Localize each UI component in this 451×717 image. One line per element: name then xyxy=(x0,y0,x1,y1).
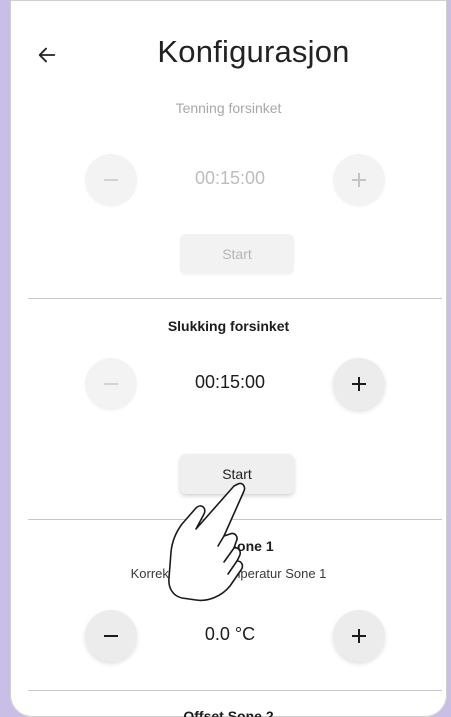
device-frame: Konfigurasjon Tenning forsinket 00:15:00… xyxy=(0,0,451,717)
slukking-start-button[interactable]: Start xyxy=(180,454,294,494)
section-title-offset-sone-2: Offset Sone 2 xyxy=(183,708,274,717)
plus-icon xyxy=(352,629,366,643)
plus-icon xyxy=(352,173,366,187)
section-slukking: Slukking forsinket xyxy=(10,318,447,334)
offset-sone-1-value: 0.0 °C xyxy=(204,624,256,644)
tenning-start-button[interactable]: Start xyxy=(180,234,294,274)
app-screen: Konfigurasjon Tenning forsinket 00:15:00… xyxy=(10,0,447,717)
tenning-value: 00:15:00 xyxy=(194,168,266,188)
section-title-slukking: Slukking forsinket xyxy=(167,318,290,334)
divider xyxy=(28,298,442,299)
page-title: Konfigurasjon xyxy=(157,34,350,69)
section-offset-sone-2: Offset Sone 2 xyxy=(10,708,447,717)
section-title-tenning: Tenning forsinket xyxy=(175,100,282,116)
arrow-left-icon xyxy=(38,47,56,63)
tenning-decrement-button[interactable] xyxy=(85,154,137,206)
slukking-increment-button[interactable] xyxy=(333,358,385,410)
divider xyxy=(28,690,442,691)
section-title-offset-sone-1: Offset Sone 1 xyxy=(183,538,274,554)
slukking-value: 00:15:00 xyxy=(194,372,266,392)
app-bar: Konfigurasjon xyxy=(10,0,447,106)
section-offset-sone-1: Offset Sone 1 Korreksjon romtemperatur S… xyxy=(10,538,447,581)
offset-sone-1-decrement-button[interactable] xyxy=(85,610,137,662)
section-subtitle-offset-sone-1: Korreksjon romtemperatur Sone 1 xyxy=(130,566,327,581)
minus-icon xyxy=(104,635,118,637)
slukking-decrement-button[interactable] xyxy=(85,358,137,410)
offset-sone-1-increment-button[interactable] xyxy=(333,610,385,662)
tenning-increment-button[interactable] xyxy=(333,154,385,206)
minus-icon xyxy=(104,383,118,385)
plus-icon xyxy=(352,377,366,391)
back-button[interactable] xyxy=(30,38,64,72)
minus-icon xyxy=(104,179,118,181)
divider xyxy=(28,519,442,520)
slukking-stepper: 00:15:00 xyxy=(10,358,447,410)
section-tenning: Tenning forsinket xyxy=(10,100,447,116)
tenning-stepper: 00:15:00 xyxy=(10,154,447,206)
offset-sone-1-stepper: 0.0 °C xyxy=(10,610,447,662)
